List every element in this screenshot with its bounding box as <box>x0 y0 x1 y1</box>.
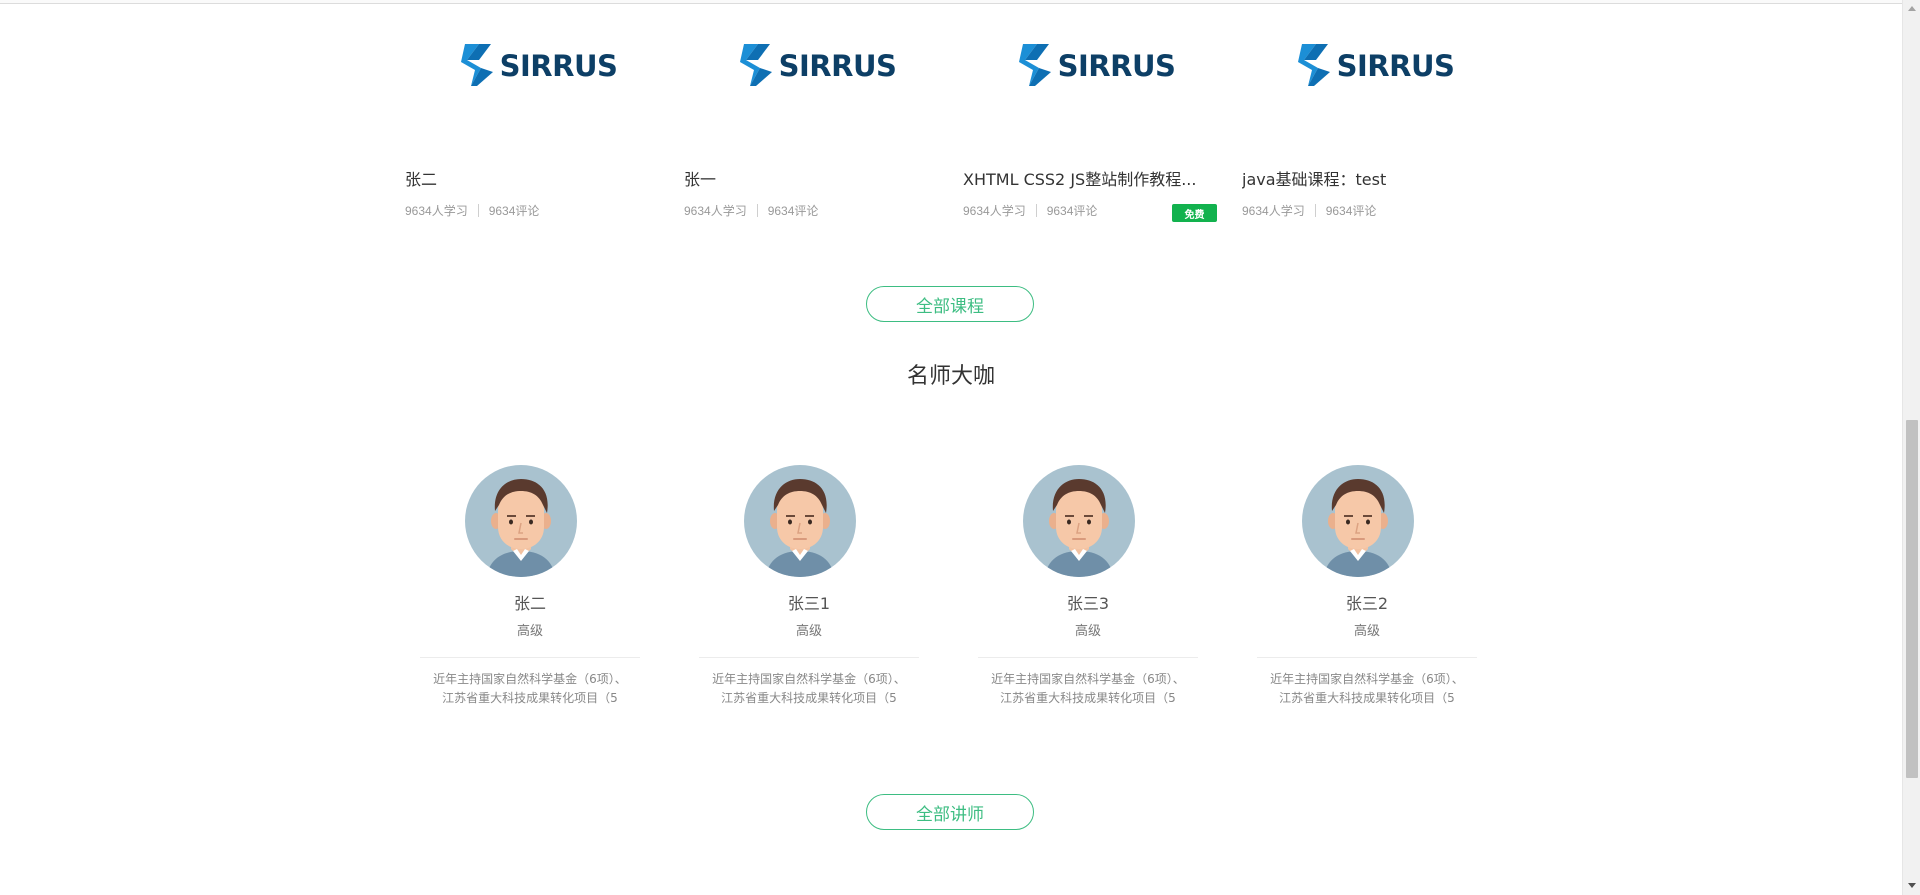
teacher-desc-line: 江苏省重大科技成果转化项目（5 <box>721 691 897 705</box>
scroll-up-arrow-icon[interactable] <box>1903 2 1920 16</box>
comment-count: 9634评论 <box>767 204 819 218</box>
course-meta: 9634人学习 9634评论 <box>963 202 1097 219</box>
vertical-scrollbar[interactable] <box>1902 0 1920 895</box>
teacher-desc-line: 近年主持国家自然科学基金（6项）、 <box>1270 672 1464 686</box>
teacher-desc-line: 江苏省重大科技成果转化项目（5 <box>1279 691 1455 705</box>
course-title[interactable]: 张二 <box>405 166 669 190</box>
course-meta: 9634人学习 9634评论 <box>1242 202 1376 219</box>
scroll-down-arrow-icon[interactable] <box>1903 879 1920 893</box>
course-card[interactable]: SIRRUS 张一 9634人学习 9634评论 <box>684 0 948 230</box>
logo-text: SIRRUS <box>499 49 618 83</box>
meta-divider <box>1035 204 1037 217</box>
teacher-level: 高级 <box>516 624 543 639</box>
course-grid: SIRRUS 张二 9634人学习 9634评论 SIRRUS 张一 9634人… <box>405 0 1525 230</box>
course-meta: 9634人学习 9634评论 <box>684 202 818 219</box>
teacher-desc-line: 江苏省重大科技成果转化项目（5 <box>442 691 618 705</box>
teacher-desc-line: 近年主持国家自然科学基金（6项）、 <box>433 672 627 686</box>
teacher-description: 近年主持国家自然科学基金（6项）、 江苏省重大科技成果转化项目（5 <box>415 670 645 708</box>
teacher-grid: 张二 高级 近年主持国家自然科学基金（6项）、 江苏省重大科技成果转化项目（5 <box>405 460 1525 720</box>
teacher-divider <box>420 657 640 658</box>
teacher-avatar[interactable] <box>465 465 577 577</box>
scrollbar-thumb[interactable] <box>1906 420 1918 778</box>
sirrus-mark-icon <box>1297 44 1330 86</box>
meta-divider <box>1314 204 1316 217</box>
teacher-card[interactable]: 张二 高级 近年主持国家自然科学基金（6项）、 江苏省重大科技成果转化项目（5 <box>405 460 669 720</box>
meta-divider <box>756 204 758 217</box>
course-card[interactable]: SIRRUS XHTML CSS2 JS整站制作教程... 9634人学习 96… <box>963 0 1227 230</box>
sirrus-mark-icon <box>739 44 772 86</box>
teacher-level: 高级 <box>795 624 822 639</box>
comment-count: 9634评论 <box>1325 204 1377 218</box>
learner-count: 9634人学习 <box>405 204 468 218</box>
avatar-icon <box>1023 465 1135 577</box>
teacher-level: 高级 <box>1353 624 1380 639</box>
teachers-section-title: 名师大咖 <box>906 364 995 389</box>
sirrus-mark-icon <box>460 44 493 86</box>
course-thumbnail[interactable]: SIRRUS <box>684 0 948 130</box>
avatar-icon <box>744 465 856 577</box>
sirrus-logo: SIRRUS <box>736 40 897 90</box>
teacher-card[interactable]: 张三1 高级 近年主持国家自然科学基金（6项）、 江苏省重大科技成果转化项目（5 <box>684 460 948 720</box>
teacher-avatar[interactable] <box>1302 465 1414 577</box>
teacher-description: 近年主持国家自然科学基金（6项）、 江苏省重大科技成果转化项目（5 <box>694 670 924 708</box>
course-thumbnail[interactable]: SIRRUS <box>405 0 669 130</box>
teacher-card[interactable]: 张三2 高级 近年主持国家自然科学基金（6项）、 江苏省重大科技成果转化项目（5 <box>1242 460 1506 720</box>
avatar-icon <box>1302 465 1414 577</box>
teacher-description: 近年主持国家自然科学基金（6项）、 江苏省重大科技成果转化项目（5 <box>973 670 1203 708</box>
teacher-avatar[interactable] <box>1023 465 1135 577</box>
teacher-desc-line: 近年主持国家自然科学基金（6项）、 <box>991 672 1185 686</box>
teacher-name[interactable]: 张三1 <box>684 590 934 614</box>
free-badge: 免费 <box>1172 204 1217 222</box>
teacher-avatar[interactable] <box>744 465 856 577</box>
teacher-name[interactable]: 张二 <box>405 590 655 614</box>
teacher-desc-line: 江苏省重大科技成果转化项目（5 <box>1000 691 1176 705</box>
logo-text: SIRRUS <box>778 49 897 83</box>
course-title[interactable]: java基础课程：test <box>1242 166 1506 190</box>
course-card[interactable]: SIRRUS java基础课程：test 9634人学习 9634评论 <box>1242 0 1506 230</box>
learner-count: 9634人学习 <box>1242 204 1305 218</box>
all-teachers-button[interactable]: 全部讲师 <box>866 794 1034 830</box>
teacher-divider <box>699 657 919 658</box>
comment-count: 9634评论 <box>1046 204 1098 218</box>
sirrus-logo: SIRRUS <box>457 40 618 90</box>
course-thumbnail[interactable]: SIRRUS <box>963 0 1227 130</box>
course-meta: 9634人学习 9634评论 <box>405 202 539 219</box>
sirrus-logo: SIRRUS <box>1015 40 1176 90</box>
page: SIRRUS 张二 9634人学习 9634评论 SIRRUS 张一 9634人… <box>0 0 1920 895</box>
teacher-name[interactable]: 张三3 <box>963 590 1213 614</box>
avatar-icon <box>465 465 577 577</box>
learner-count: 9634人学习 <box>963 204 1026 218</box>
course-thumbnail[interactable]: SIRRUS <box>1242 0 1506 130</box>
sirrus-mark-icon <box>1018 44 1051 86</box>
learner-count: 9634人学习 <box>684 204 747 218</box>
teacher-name[interactable]: 张三2 <box>1242 590 1492 614</box>
all-courses-button[interactable]: 全部课程 <box>866 286 1034 322</box>
logo-text: SIRRUS <box>1057 49 1176 83</box>
meta-divider <box>477 204 479 217</box>
teacher-divider <box>1257 657 1477 658</box>
teacher-level: 高级 <box>1074 624 1101 639</box>
course-title[interactable]: XHTML CSS2 JS整站制作教程... <box>963 166 1208 190</box>
teacher-desc-line: 近年主持国家自然科学基金（6项）、 <box>712 672 906 686</box>
course-title[interactable]: 张一 <box>684 166 948 190</box>
teacher-divider <box>978 657 1198 658</box>
logo-text: SIRRUS <box>1336 49 1455 83</box>
teacher-description: 近年主持国家自然科学基金（6项）、 江苏省重大科技成果转化项目（5 <box>1252 670 1482 708</box>
comment-count: 9634评论 <box>488 204 540 218</box>
course-card[interactable]: SIRRUS 张二 9634人学习 9634评论 <box>405 0 669 230</box>
teacher-card[interactable]: 张三3 高级 近年主持国家自然科学基金（6项）、 江苏省重大科技成果转化项目（5 <box>963 460 1227 720</box>
sirrus-logo: SIRRUS <box>1294 40 1455 90</box>
